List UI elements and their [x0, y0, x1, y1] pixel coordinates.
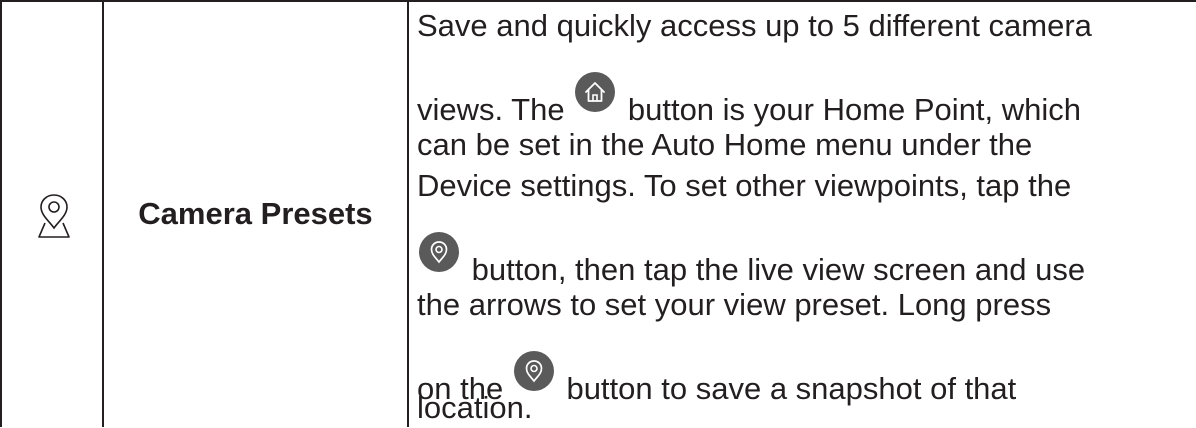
feature-name: Camera Presets	[138, 196, 373, 231]
icon-cell	[2, 0, 102, 427]
description-line: location.	[417, 390, 533, 425]
description-line: can be set in the Auto Home menu under t…	[417, 127, 1033, 162]
description-text: button is your Home Point, which	[627, 92, 1082, 127]
description-line: button, then tap the live view screen an…	[417, 232, 1085, 290]
location-pin-icon	[525, 360, 543, 383]
location-pin-icon	[430, 241, 448, 264]
preset-button-glyph	[419, 232, 459, 272]
preset-button-glyph	[513, 351, 554, 391]
home-icon	[585, 82, 606, 102]
feature-table: Camera Presets Save and quickly access u…	[0, 0, 1196, 427]
description-line: Device settings. To set other viewpoints…	[417, 168, 1072, 203]
description-text: button, then tap the live view screen an…	[471, 252, 1086, 287]
description-line: Save and quickly access up to 5 differen…	[417, 8, 1092, 43]
description-text: button to save a snapshot of that	[566, 371, 1017, 406]
home-button-glyph	[575, 72, 616, 112]
description-line: the arrows to set your view preset. Long…	[417, 287, 1052, 322]
description-cell: Save and quickly access up to 5 differen…	[409, 0, 1196, 427]
description-text: views. The	[417, 92, 565, 127]
description-line: views. The button is your Home Point, wh…	[417, 72, 1081, 130]
feature-name-cell: Camera Presets	[104, 0, 407, 427]
map-pin-icon	[38, 194, 70, 238]
